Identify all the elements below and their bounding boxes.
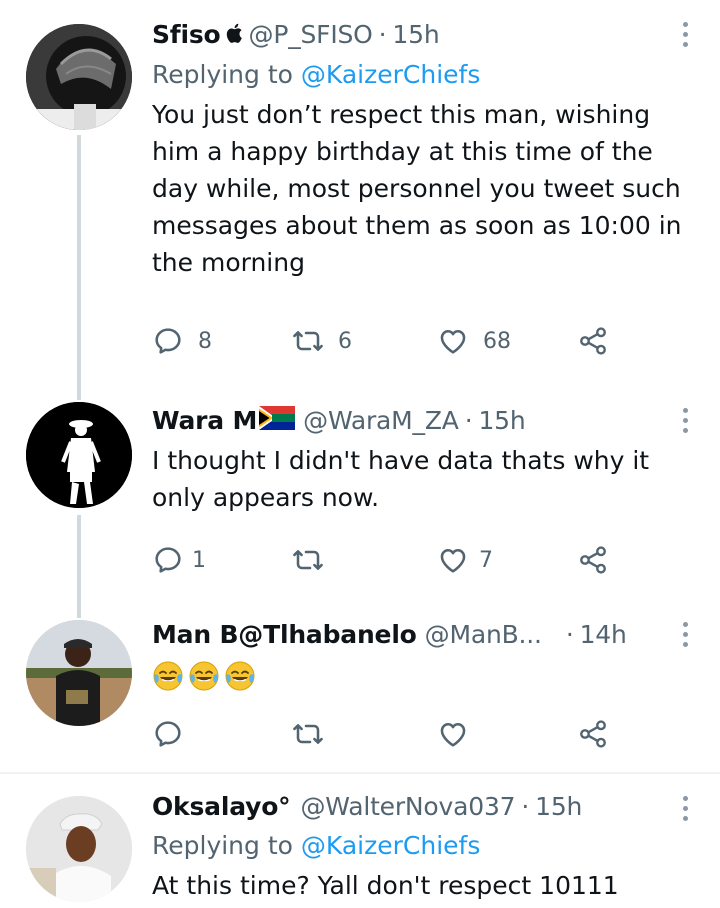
timestamp[interactable]: 14h [580,620,627,649]
like-count: 68 [483,328,511,354]
avatar-image [26,402,132,508]
reply-icon [152,718,184,750]
thread-line [77,600,81,618]
thread-line [77,515,81,610]
replying-to-label: Replying to [152,831,293,860]
joy-emoji-icon [224,660,256,692]
tweet-3[interactable]: Man B@Tlhabanelo @ManB... · 14h [0,600,720,772]
separator-dot: · [521,792,530,821]
timestamp[interactable]: 15h [392,20,439,49]
like-icon [437,718,469,750]
timestamp[interactable]: 15h [478,406,525,435]
avatar[interactable] [26,796,132,902]
reply-count: 8 [198,328,212,354]
replying-to-link[interactable]: @KaizerChiefs [301,60,480,89]
replying-to: Replying to @KaizerChiefs [152,58,680,92]
joy-emoji-icon [152,660,184,692]
retweet-button[interactable] [292,540,338,580]
timestamp[interactable]: 15h [535,792,582,821]
tweet-text: You just don’t respect this man, wishing… [152,100,682,277]
apple-icon [225,19,245,53]
reply-button[interactable] [152,714,198,754]
retweet-button[interactable]: 6 [292,321,352,361]
like-count: 7 [479,547,493,573]
reply-icon [152,325,184,357]
tweet-text: I thought I didn't have data thats why i… [152,446,650,512]
tweet-header: Man B@Tlhabanelo @ManB... · 14h [152,618,680,652]
display-name[interactable]: Man B@Tlhabanelo [152,620,417,649]
retweet-icon [292,544,324,576]
south-africa-flag-icon [259,405,296,439]
handle[interactable]: @WaraM_ZA [303,406,459,435]
more-icon[interactable] [680,22,690,52]
share-icon [577,544,609,576]
tweet-header: Oksalayo° @WalterNova037 · 15h [152,790,680,824]
replying-to-label: Replying to [152,60,293,89]
retweet-icon [292,325,324,357]
reply-button[interactable]: 1 [152,540,206,580]
retweet-count: 6 [338,328,352,354]
share-icon [577,718,609,750]
replying-to: Replying to @KaizerChiefs [152,829,680,863]
replying-to-link[interactable]: @KaizerChiefs [301,831,480,860]
avatar-image [26,24,132,130]
reply-button[interactable]: 8 [152,321,212,361]
like-button[interactable] [437,714,483,754]
display-name[interactable]: Oksalayo° [152,792,291,821]
reply-icon [152,544,184,576]
like-button[interactable]: 68 [437,321,511,361]
more-icon[interactable] [680,622,690,652]
joy-emoji-icon [188,660,220,692]
more-icon[interactable] [680,796,690,826]
retweet-icon [292,718,324,750]
tweet-1[interactable]: Sfiso @P_SFISO · 15h Replying to @KaizerChi… [0,0,720,395]
tweet-2[interactable]: Wara M @WaraM_ZA · 15h I thought I didn't h… [0,390,720,610]
separator-dot: · [565,620,574,649]
reply-count: 1 [192,547,206,573]
display-name[interactable]: Sfiso [152,20,221,49]
tweet-text [152,660,680,692]
like-button[interactable]: 7 [437,540,493,580]
separator-dot: · [378,20,387,49]
retweet-button[interactable] [292,714,338,754]
share-button[interactable] [577,321,609,361]
thread-line [77,390,81,400]
share-icon [577,325,609,357]
tweet-text: At this time? Yall don't respect 10111 [152,871,619,900]
more-icon[interactable] [680,408,690,438]
share-button[interactable] [577,540,609,580]
avatar-image [26,796,132,902]
tweet-4[interactable]: Oksalayo° @WalterNova037 · 15h Replying to … [0,774,720,908]
handle[interactable]: @WalterNova037 [300,792,515,821]
share-button[interactable] [577,714,609,754]
tweet-header: Wara M @WaraM_ZA · 15h [152,404,680,439]
separator-dot: · [464,406,473,435]
avatar[interactable] [26,620,132,726]
display-name[interactable]: Wara M [152,406,257,435]
like-icon [437,325,469,357]
tweet-header: Sfiso @P_SFISO · 15h [152,18,680,53]
avatar[interactable] [26,402,132,508]
avatar-image [26,620,132,726]
avatar[interactable] [26,24,132,130]
handle[interactable]: @P_SFISO [249,20,373,49]
thread-line [77,135,81,395]
handle[interactable]: @ManB... [425,620,542,649]
like-icon [437,544,469,576]
